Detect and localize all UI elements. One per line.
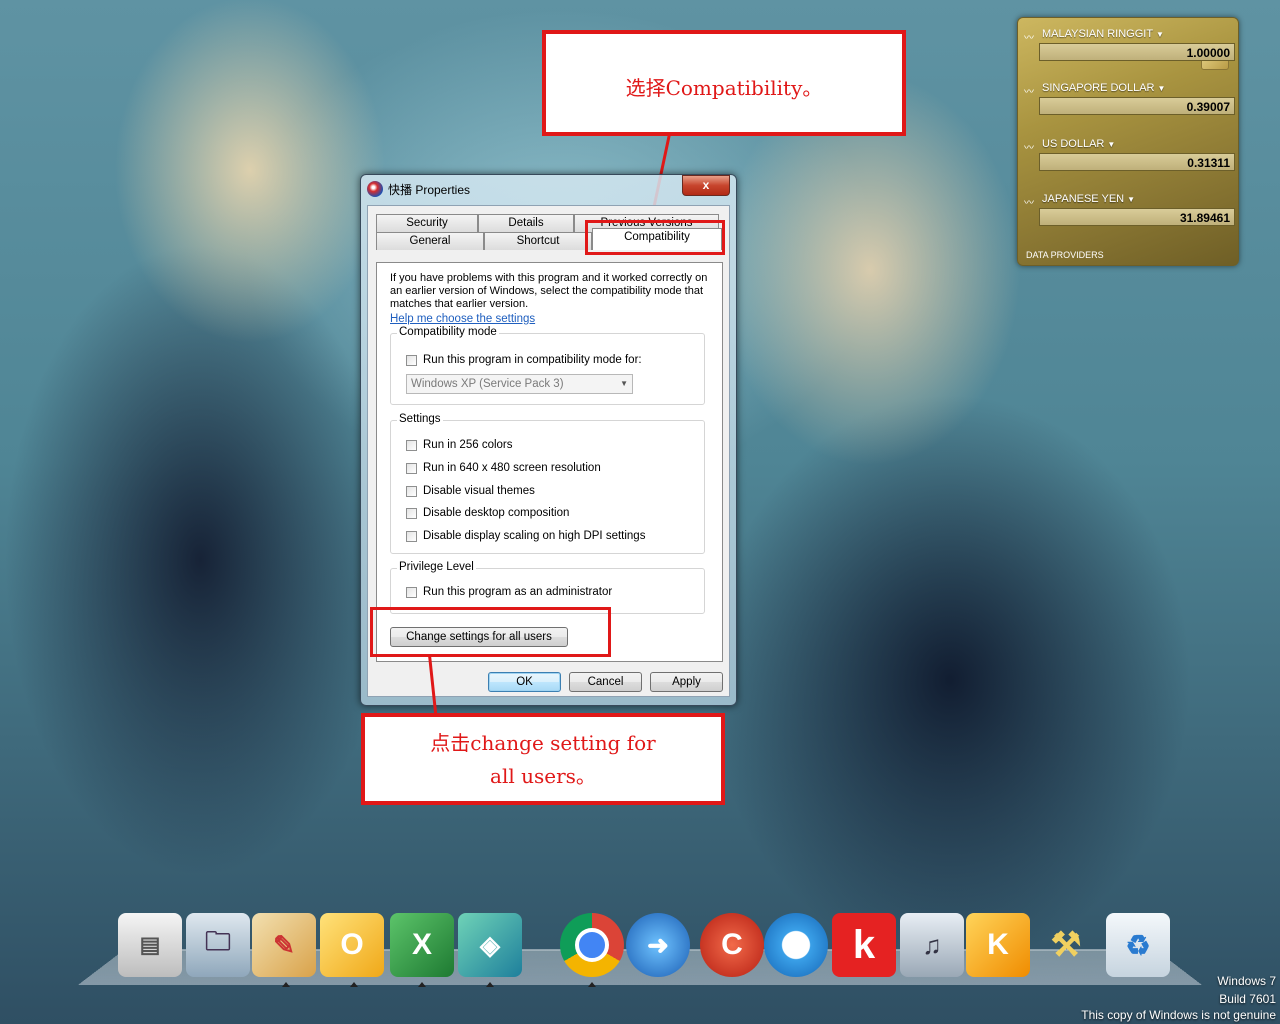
app-logo-icon — [367, 181, 383, 197]
setting-640x480[interactable]: Run in 640 x 480 screen resolution — [406, 462, 601, 476]
currency-gadget: 〰 MALAYSIAN RINGGIT ▼ 1.00000 〰 SINGAPORE… — [1017, 17, 1239, 266]
settings-legend: Settings — [397, 413, 443, 425]
currency-row-sgd: 〰 SINGAPORE DOLLAR ▼ 0.39007 — [1018, 82, 1238, 132]
checkbox[interactable] — [406, 440, 417, 451]
qq-browser-icon[interactable] — [764, 913, 828, 977]
download-manager-icon[interactable]: ➜ — [626, 913, 690, 977]
apply-button[interactable]: Apply — [650, 672, 723, 692]
currency-selector-myr[interactable]: MALAYSIAN RINGGIT ▼ — [1042, 28, 1164, 40]
trend-icon: 〰 — [1024, 143, 1034, 154]
currency-row-myr: 〰 MALAYSIAN RINGGIT ▼ 1.00000 — [1018, 28, 1238, 78]
watermark-build: Build 7601 — [1219, 992, 1276, 1006]
dropdown-caret-icon: ▼ — [1127, 195, 1136, 204]
media-player-icon[interactable]: ♫ — [900, 913, 964, 977]
checkbox[interactable] — [406, 508, 417, 519]
tab-details[interactable]: Details — [478, 214, 574, 232]
checkbox[interactable] — [406, 486, 417, 497]
trend-icon: 〰 — [1024, 87, 1034, 98]
setting-disable-composition[interactable]: Disable desktop composition — [406, 507, 569, 521]
setting-disable-dpi-scaling[interactable]: Disable display scaling on high DPI sett… — [406, 530, 645, 544]
compat-mode-legend: Compatibility mode — [397, 326, 499, 338]
currency-value-myr[interactable]: 1.00000 — [1039, 43, 1235, 61]
running-indicator — [486, 982, 494, 987]
running-indicator — [350, 982, 358, 987]
currency-value-sgd[interactable]: 0.39007 — [1039, 97, 1235, 115]
chrome-center-icon — [575, 928, 609, 962]
compat-os-select[interactable]: Windows XP (Service Pack 3) ▼ — [406, 374, 633, 394]
tab-compatibility[interactable]: Compatibility — [592, 228, 722, 250]
privilege-legend: Privilege Level — [397, 561, 476, 573]
dropdown-arrow-icon: ▼ — [620, 379, 628, 388]
currency-selector-jpy[interactable]: JAPANESE YEN ▼ — [1042, 193, 1135, 205]
help-link[interactable]: Help me choose the settings — [390, 313, 535, 325]
paint-palette-icon[interactable]: ✎ — [252, 913, 316, 977]
close-button[interactable]: x — [682, 175, 730, 196]
currency-row-jpy: 〰 JAPANESE YEN ▼ 31.89461 — [1018, 193, 1238, 243]
trend-icon: 〰 — [1024, 198, 1034, 209]
checkbox[interactable] — [406, 355, 417, 366]
network-box-icon[interactable]: ◈ — [458, 913, 522, 977]
run-as-admin-row[interactable]: Run this program as an administrator — [406, 586, 612, 600]
callout-select-compatibility: 选择Compatibility。 — [542, 30, 906, 136]
running-indicator — [418, 982, 426, 987]
watermark-os: Windows 7 — [1217, 974, 1276, 988]
compat-mode-checkbox-row[interactable]: Run this program in compatibility mode f… — [406, 354, 642, 368]
outlook-icon[interactable]: O — [320, 913, 384, 977]
excel-icon[interactable]: X — [390, 913, 454, 977]
data-providers-link[interactable]: DATA PROVIDERS — [1026, 250, 1104, 260]
dropdown-caret-icon: ▼ — [1157, 84, 1166, 93]
callout-change-settings: 点击change setting for all users。 — [361, 713, 725, 805]
compatibility-panel: If you have problems with this program a… — [376, 262, 723, 662]
tab-shortcut[interactable]: Shortcut — [484, 232, 592, 250]
compat-mode-group: Compatibility mode Run this program in c… — [390, 326, 705, 405]
dialog-title: 快播 Properties — [388, 183, 471, 197]
running-indicator — [282, 982, 290, 987]
setting-disable-themes[interactable]: Disable visual themes — [406, 485, 535, 499]
currency-value-jpy[interactable]: 31.89461 — [1039, 208, 1235, 226]
dropdown-caret-icon: ▼ — [1156, 30, 1164, 39]
cancel-button[interactable]: Cancel — [569, 672, 642, 692]
callout-line-2: all users。 — [490, 764, 596, 788]
callout-line-1: 点击change setting for — [430, 731, 656, 755]
ccleaner-icon[interactable]: C — [700, 913, 764, 977]
trend-icon: 〰 — [1024, 33, 1034, 44]
checkbox[interactable] — [406, 531, 417, 542]
display-settings-icon[interactable]: ▤ — [118, 913, 182, 977]
documents-folder-icon[interactable]: 🗀 — [186, 913, 250, 977]
ok-button[interactable]: OK — [488, 672, 561, 692]
chrome-icon[interactable] — [560, 913, 624, 977]
currency-selector-usd[interactable]: US DOLLAR ▼ — [1042, 138, 1115, 150]
setting-256-colors[interactable]: Run in 256 colors — [406, 439, 513, 453]
dropdown-caret-icon: ▼ — [1107, 140, 1116, 149]
settings-group: Settings Run in 256 colors Run in 640 x … — [390, 413, 705, 554]
checkbox[interactable] — [406, 587, 417, 598]
currency-row-usd: 〰 US DOLLAR ▼ 0.31311 — [1018, 138, 1238, 188]
watermark-genuine: This copy of Windows is not genuine — [1081, 1008, 1276, 1022]
info-text: If you have problems with this program a… — [390, 272, 708, 310]
tab-security[interactable]: Security — [376, 214, 478, 232]
currency-selector-sgd[interactable]: SINGAPORE DOLLAR ▼ — [1042, 82, 1165, 94]
kugou-music-icon[interactable]: K — [966, 913, 1030, 977]
highlight-change-settings — [370, 607, 611, 657]
tools-icon[interactable]: ⚒ — [1034, 913, 1098, 977]
running-indicator — [588, 982, 596, 987]
recycle-bin-icon[interactable]: ♻ — [1106, 913, 1170, 977]
checkbox[interactable] — [406, 463, 417, 474]
tab-general[interactable]: General — [376, 232, 484, 250]
k-app-icon[interactable]: k — [832, 913, 896, 977]
currency-value-usd[interactable]: 0.31311 — [1039, 153, 1235, 171]
